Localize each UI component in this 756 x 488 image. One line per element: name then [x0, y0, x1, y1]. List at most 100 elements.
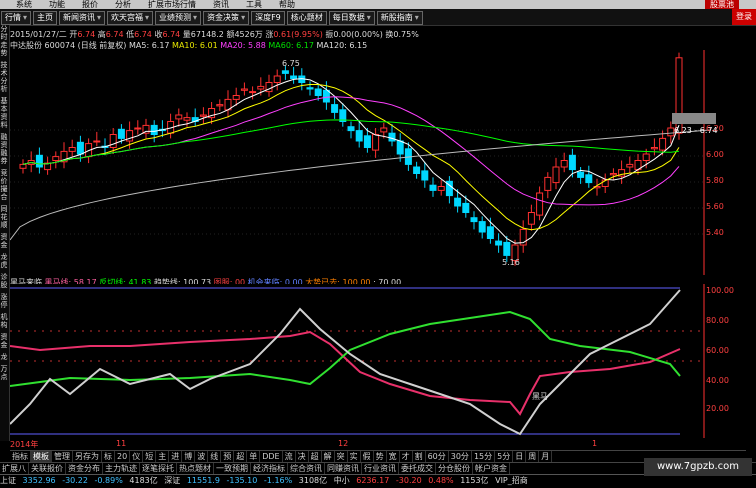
menu-item[interactable]: 资讯 [213, 0, 229, 9]
sidebar-item[interactable]: 竞价撮合 [0, 169, 8, 201]
indicator-tab[interactable]: 流 [283, 451, 296, 462]
indicator-tab[interactable]: 20 [115, 451, 131, 462]
bottom-tab[interactable]: 帐户资金 [473, 463, 510, 474]
candle [568, 154, 576, 171]
indicator-tab[interactable]: 指标 [10, 451, 31, 462]
bottom-tab[interactable]: 主力轨迹 [103, 463, 140, 474]
candle [314, 88, 322, 96]
candle [650, 147, 658, 150]
sidebar-item[interactable]: 基本资料 [0, 97, 8, 129]
sidebar-item[interactable]: 资金 [0, 233, 8, 249]
sidebar-item[interactable]: 涨停 [0, 293, 8, 309]
sh-value: 3352.96 [22, 476, 56, 485]
indicator-tab[interactable]: 主 [156, 451, 170, 462]
indicator-tab[interactable]: 线 [208, 451, 222, 462]
toolbar-button[interactable]: 资金决策 ▾ [203, 11, 250, 25]
indicator-tab[interactable]: 日 [513, 451, 527, 462]
indicator-tab[interactable]: 单 [247, 451, 261, 462]
indicator-tab[interactable]: 短 [143, 451, 157, 462]
indicator-tab[interactable]: 才 [400, 451, 413, 462]
vol-label: 量 [182, 30, 191, 39]
indicator-tab[interactable]: 假 [361, 451, 374, 462]
indicator-tab[interactable]: 管理 [52, 451, 73, 462]
indicator-tab[interactable]: 解 [322, 451, 335, 462]
indicator-tab[interactable]: 标 [102, 451, 115, 462]
sidebar-item[interactable]: 技术分析 [0, 61, 8, 93]
toolbar-button[interactable]: 新闻资讯 ▾ [59, 11, 106, 25]
menu-item[interactable]: 扩展市场行情 [148, 0, 196, 9]
menu-item[interactable]: 报价 [82, 0, 98, 9]
indicator-tab[interactable]: 仪 [130, 451, 144, 462]
toolbar-button[interactable]: 深度F9 [251, 11, 285, 25]
indicator-tab[interactable]: 波 [195, 451, 209, 462]
indicator-chart[interactable] [10, 284, 746, 438]
indicator-tab[interactable]: 突 [335, 451, 348, 462]
login-button[interactable]: 登录 [732, 9, 756, 25]
menu-item[interactable]: 系统 [16, 0, 32, 9]
bottom-tab[interactable]: 热点题材 [177, 463, 214, 474]
toolbar-button[interactable]: 新股指南 ▾ [376, 11, 423, 25]
indicator-tab[interactable]: 60分 [426, 451, 449, 462]
indicator-tab[interactable]: 月 [539, 451, 553, 462]
indicator-tab[interactable]: 30分 [449, 451, 472, 462]
indicator-tab[interactable]: 决 [296, 451, 309, 462]
indicator-tab[interactable]: 15分 [472, 451, 496, 462]
indicator-tab[interactable]: 割 [413, 451, 426, 462]
bottom-tab[interactable]: 关联报价 [29, 463, 66, 474]
bottom-tab[interactable]: 同赚资讯 [325, 463, 362, 474]
menu-badge[interactable]: 股票池 [705, 0, 739, 9]
indicator-tab[interactable]: 宽 [387, 451, 400, 462]
bottom-tab[interactable]: 资金分布 [66, 463, 103, 474]
menu-item[interactable]: 工具 [246, 0, 262, 9]
bottom-tab[interactable]: 行业资讯 [362, 463, 399, 474]
candlestick-chart[interactable] [10, 50, 746, 275]
indicator-tab[interactable]: 预 [221, 451, 235, 462]
toolbar-button[interactable]: 主页 [33, 11, 58, 25]
indicator-tab[interactable]: 周 [526, 451, 540, 462]
sidebar-item[interactable]: 龙 [0, 353, 8, 361]
bottom-tab[interactable]: 逐笔探托 [140, 463, 177, 474]
toolbar-button[interactable]: 每日数据 ▾ [328, 11, 375, 25]
high-value: 6.74 [105, 30, 124, 39]
candle [413, 166, 421, 174]
sidebar-item[interactable]: 资金 [0, 333, 8, 349]
indicator-tab[interactable]: 超 [309, 451, 322, 462]
chevron-down-icon: ▾ [23, 13, 28, 22]
sidebar-item[interactable]: 机构 [0, 313, 8, 329]
bottom-tab[interactable]: 经济指标 [251, 463, 288, 474]
indicator-tab[interactable]: 另存为 [73, 451, 102, 462]
sidebar-item[interactable]: 万点 [0, 365, 8, 381]
bottom-tab[interactable]: 一致预期 [214, 463, 251, 474]
bottom-tab[interactable]: 委托成交 [399, 463, 436, 474]
chevron-down-icon: ▾ [193, 13, 198, 22]
candle [175, 114, 183, 120]
indicator-tab[interactable]: 实 [348, 451, 361, 462]
toolbar-button[interactable]: 欢天宫福 ▾ [107, 11, 154, 25]
indicator-tab[interactable]: 进 [169, 451, 183, 462]
sidebar-item[interactable]: 同花顺 [0, 205, 8, 229]
sh-amount: 4183亿 [129, 476, 158, 485]
menu-item[interactable]: 功能 [49, 0, 65, 9]
indicator-tab[interactable]: 5分 [495, 451, 514, 462]
menu-item[interactable]: 帮助 [279, 0, 295, 9]
change-value: 0.61 [273, 30, 292, 39]
sidebar-item[interactable]: 分时走势 [0, 25, 8, 57]
toolbar-button[interactable]: 行情 ▾ [1, 11, 32, 25]
sidebar-item[interactable]: 融资融券 [0, 133, 8, 165]
bottom-tab[interactable]: 综合资讯 [288, 463, 325, 474]
sidebar-item[interactable]: 龙虎 [0, 253, 8, 269]
indicator-tab[interactable]: DDE [260, 451, 283, 462]
indicator-tab[interactable]: 势 [374, 451, 387, 462]
menu-item[interactable]: 分析 [115, 0, 131, 9]
toolbar-button[interactable]: 业绩预测 ▾ [155, 11, 202, 25]
candle [577, 171, 585, 178]
bottom-tab[interactable]: 分仓股份 [436, 463, 473, 474]
candle [486, 226, 494, 240]
toolbar-button[interactable]: 核心题材 [286, 11, 327, 25]
bottom-tab[interactable]: 扩展八 [0, 463, 29, 474]
indicator-tab[interactable]: 超 [234, 451, 248, 462]
sidebar-item[interactable]: 诊股 [0, 273, 8, 289]
indicator-tab[interactable]: 博 [182, 451, 196, 462]
vip-label[interactable]: VIP_招商 [495, 476, 528, 485]
indicator-tab[interactable]: 模板 [31, 451, 52, 462]
